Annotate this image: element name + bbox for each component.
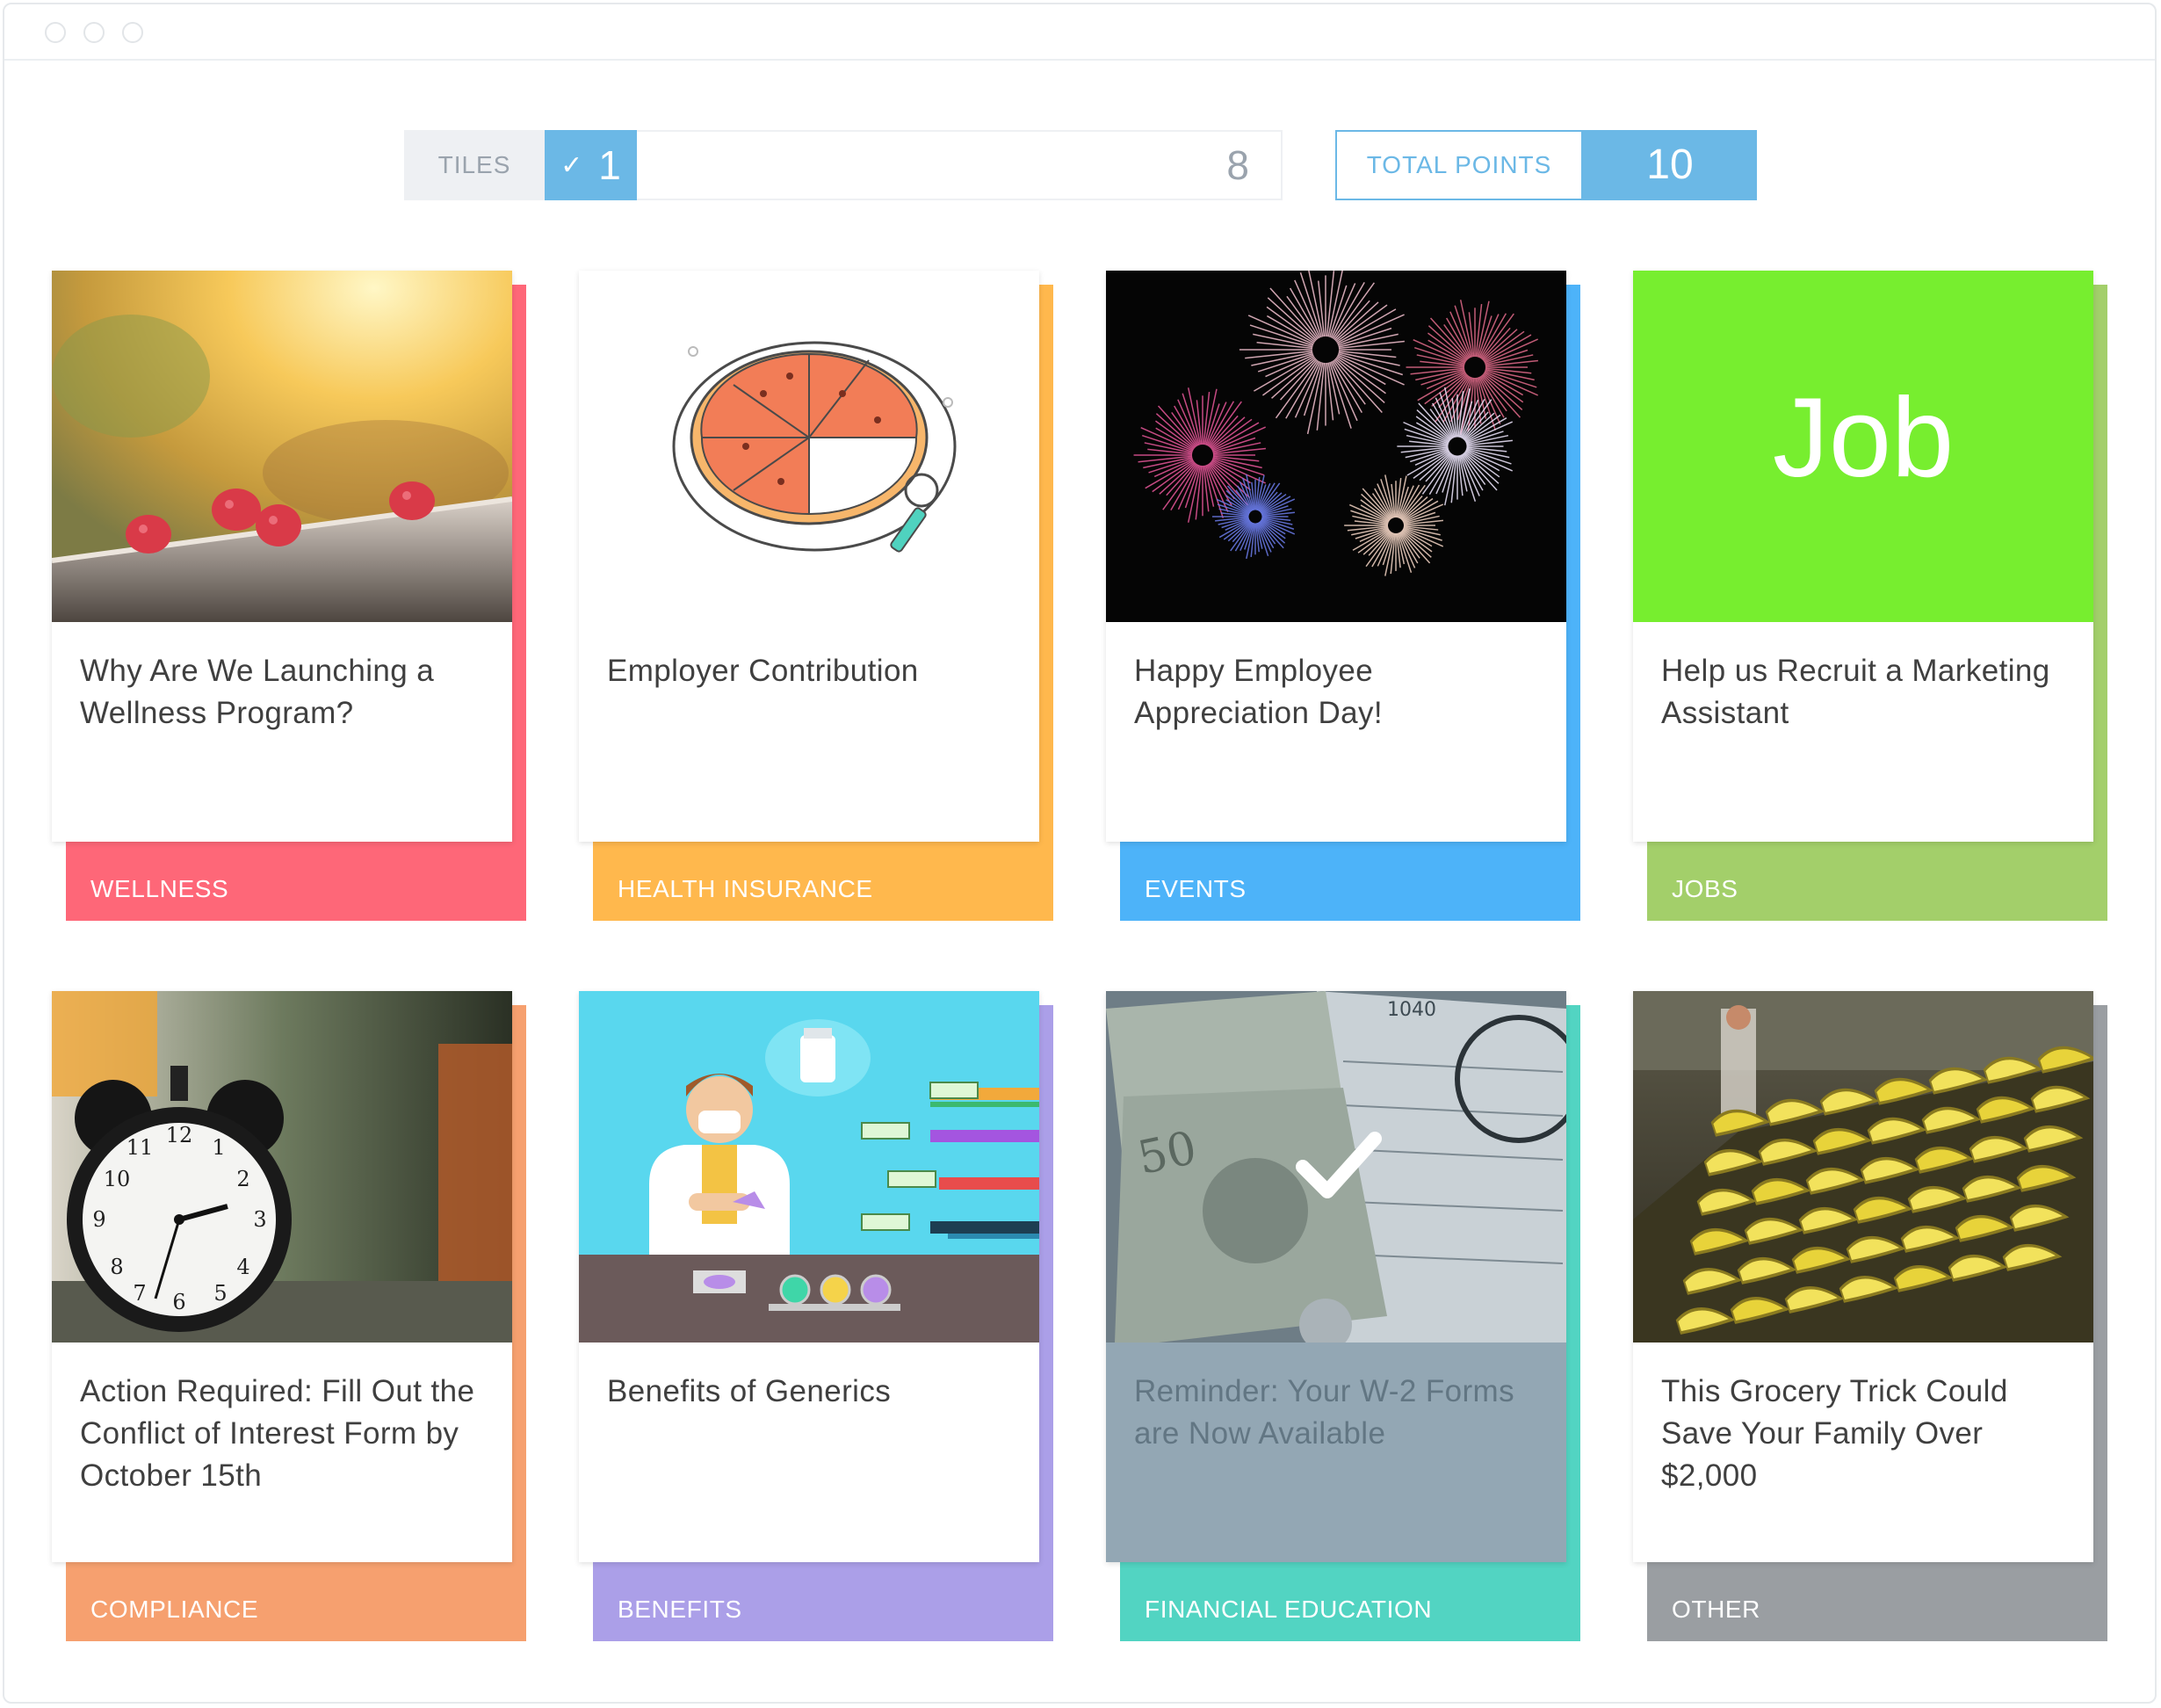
tile-card[interactable]: Job Help us Recruit a Marketing Assistan… [1633, 271, 2093, 842]
tile-category-label: OTHER [1672, 1596, 1760, 1623]
svg-text:9: 9 [92, 1207, 105, 1232]
svg-text:3: 3 [253, 1207, 266, 1232]
tile-category-label: FINANCIAL EDUCATION [1145, 1596, 1433, 1623]
svg-text:5: 5 [213, 1281, 227, 1306]
fireworks-image [1106, 271, 1566, 622]
svg-text:7: 7 [133, 1281, 146, 1306]
tiles-progress-bar: TILES ✓ 1 8 [404, 130, 1283, 200]
tile-events[interactable]: Happy Employee Appreciation Day! EVENTS [1106, 271, 1580, 921]
tile-wellness[interactable]: Why Are We Launching a Wellness Program?… [52, 271, 526, 921]
tile-card[interactable]: This Grocery Trick Could Save Your Famil… [1633, 991, 2093, 1562]
alarm-clock-image: 12 3 69 11 10 87 54 12 [52, 991, 512, 1343]
tile-card[interactable]: 1040 50 Reminder: Your W-2 Forms are Now… [1106, 991, 1566, 1562]
tiles-remaining-track: 8 [637, 130, 1283, 200]
tile-card[interactable]: 12 3 69 11 10 87 54 12 Action Required: Fi… [52, 991, 512, 1562]
window-minimize-dot[interactable] [83, 22, 105, 43]
tile-card[interactable]: Why Are We Launching a Wellness Program? [52, 271, 512, 842]
tile-title[interactable]: Reminder: Your W-2 Forms are Now Availab… [1134, 1371, 1547, 1455]
tile-category-label: BENEFITS [618, 1596, 742, 1623]
check-icon: ✓ [560, 150, 583, 180]
tile-financial-education[interactable]: 1040 50 Reminder: Your W-2 Forms are Now… [1106, 991, 1580, 1641]
raspberries-image [52, 271, 512, 622]
tile-title[interactable]: Benefits of Generics [607, 1371, 1020, 1413]
total-points-value: 10 [1583, 130, 1757, 200]
tile-health-insurance[interactable]: Employer Contribution HEALTH INSURANCE [579, 271, 1053, 921]
tile-title[interactable]: Action Required: Fill Out the Conflict o… [80, 1371, 493, 1497]
job-sign-text: Job [1772, 374, 1955, 501]
tiles-total-count: 8 [1226, 142, 1249, 188]
tile-other[interactable]: This Grocery Trick Could Save Your Famil… [1633, 991, 2107, 1641]
svg-text:11: 11 [126, 1135, 154, 1160]
tile-category-label: EVENTS [1145, 875, 1247, 902]
tile-title[interactable]: Happy Employee Appreciation Day! [1134, 650, 1547, 735]
svg-text:1: 1 [212, 1135, 225, 1160]
pizza-pie-chart-image [579, 271, 1039, 622]
tile-benefits[interactable]: Benefits of Generics BENEFITS [579, 991, 1053, 1641]
tile-jobs[interactable]: Job Help us Recruit a Marketing Assistan… [1633, 271, 2107, 921]
tiles-completed-fill: ✓ 1 [545, 130, 637, 200]
tile-category-label: HEALTH INSURANCE [618, 875, 873, 902]
svg-text:8: 8 [110, 1255, 123, 1279]
tile-category-label: JOBS [1672, 875, 1738, 902]
tile-card[interactable]: Happy Employee Appreciation Day! [1106, 271, 1566, 842]
pharmacist-image [579, 991, 1039, 1343]
tile-card[interactable]: Benefits of Generics [579, 991, 1039, 1562]
tile-title[interactable]: Employer Contribution [607, 650, 1020, 692]
tile-title[interactable]: Why Are We Launching a Wellness Program? [80, 650, 493, 735]
total-points-label: TOTAL POINTS [1335, 130, 1583, 200]
tile-title[interactable]: This Grocery Trick Could Save Your Famil… [1661, 1371, 2074, 1497]
money-tax-forms-image: 1040 50 [1106, 991, 1566, 1343]
tile-compliance[interactable]: 12 3 69 11 10 87 54 12 Action Required: Fi… [52, 991, 526, 1641]
svg-text:2: 2 [236, 1167, 249, 1191]
total-points-widget: TOTAL POINTS 10 [1335, 130, 1757, 200]
svg-text:6: 6 [172, 1290, 185, 1314]
tile-title[interactable]: Help us Recruit a Marketing Assistant [1661, 650, 2074, 735]
tile-category-label: COMPLIANCE [90, 1596, 259, 1623]
tile-card[interactable]: Employer Contribution [579, 271, 1039, 842]
tiles-label: TILES [404, 130, 545, 200]
tiles-completed-count: 1 [598, 142, 621, 188]
svg-text:10: 10 [104, 1167, 131, 1191]
tile-category-label: WELLNESS [90, 875, 229, 902]
svg-text:4: 4 [236, 1255, 249, 1279]
window-maximize-dot[interactable] [122, 22, 143, 43]
svg-text:12: 12 [166, 1123, 193, 1147]
svg-text:1040: 1040 [1387, 999, 1436, 1021]
bananas-image [1633, 991, 2093, 1343]
job-sign-image: Job [1633, 271, 2093, 622]
window-close-dot[interactable] [45, 22, 66, 43]
window-titlebar [4, 4, 2155, 61]
